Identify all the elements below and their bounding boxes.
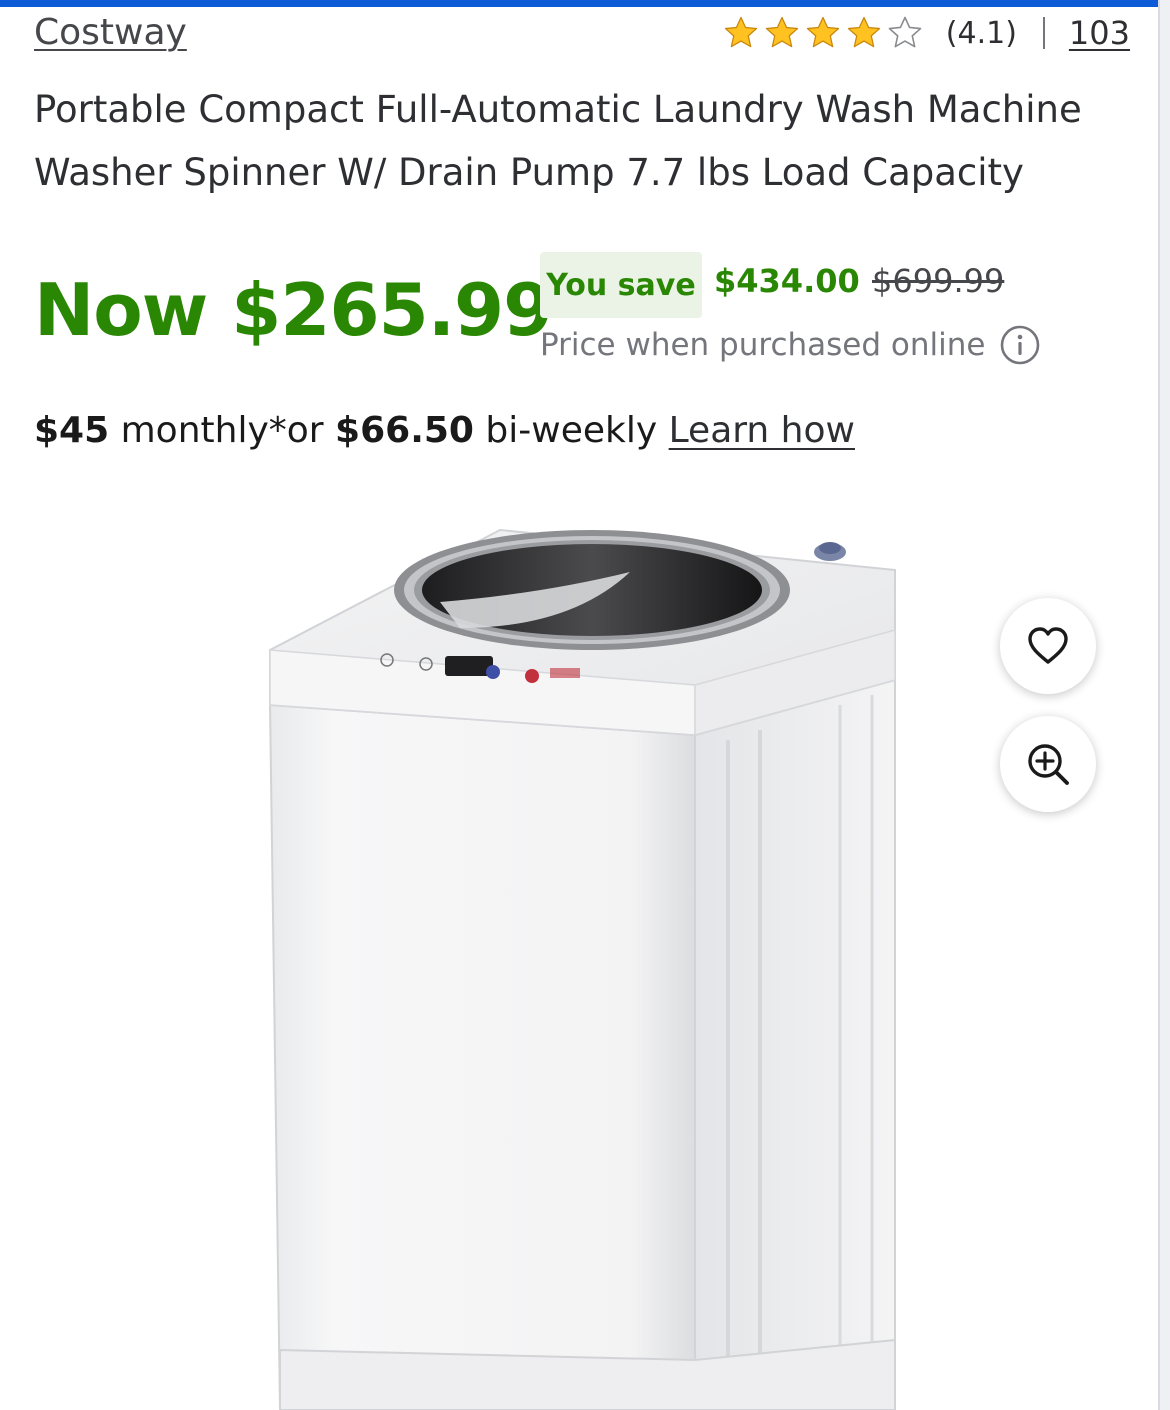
- save-amount: $434.00: [714, 262, 860, 300]
- top-accent-bar: [0, 0, 1160, 7]
- star-icon: [765, 16, 798, 48]
- monthly-text: monthly*or: [120, 410, 324, 451]
- info-icon[interactable]: [999, 324, 1041, 366]
- you-save-badge: You save: [540, 252, 702, 318]
- product-image[interactable]: [240, 510, 920, 1410]
- product-title: Portable Compact Full-Automatic Laundry …: [34, 88, 1082, 194]
- current-price: Now $265.99: [34, 268, 553, 352]
- star-empty-icon: [888, 16, 922, 48]
- monthly-amount: $45: [34, 410, 110, 451]
- biweekly-amount: $66.50: [335, 410, 474, 451]
- zoom-in-icon: [1028, 744, 1069, 785]
- rating-summary: (4.1) 103: [722, 10, 1130, 56]
- financing-info: $45 monthly*or $66.50 bi-weekly Learn ho…: [34, 410, 855, 451]
- scrollbar-track[interactable]: [1160, 0, 1170, 1410]
- favorite-button[interactable]: [1000, 598, 1096, 694]
- price-note: Price when purchased online: [540, 324, 1041, 366]
- star-rating: [722, 14, 924, 52]
- heart-icon: [1028, 627, 1068, 664]
- rating-value: (4.1): [945, 15, 1017, 51]
- was-price: $699.99: [872, 262, 1005, 300]
- learn-how-link[interactable]: Learn how: [669, 410, 855, 451]
- price-note-text: Price when purchased online: [540, 327, 986, 363]
- biweekly-text: bi-weekly: [485, 410, 658, 451]
- brand-link[interactable]: Costway: [34, 12, 187, 53]
- star-icon: [806, 16, 839, 48]
- star-icon: [724, 16, 757, 48]
- review-count-link[interactable]: 103: [1069, 14, 1130, 52]
- rating-divider: [1042, 17, 1045, 49]
- zoom-button[interactable]: [1000, 716, 1096, 812]
- star-icon: [847, 16, 880, 48]
